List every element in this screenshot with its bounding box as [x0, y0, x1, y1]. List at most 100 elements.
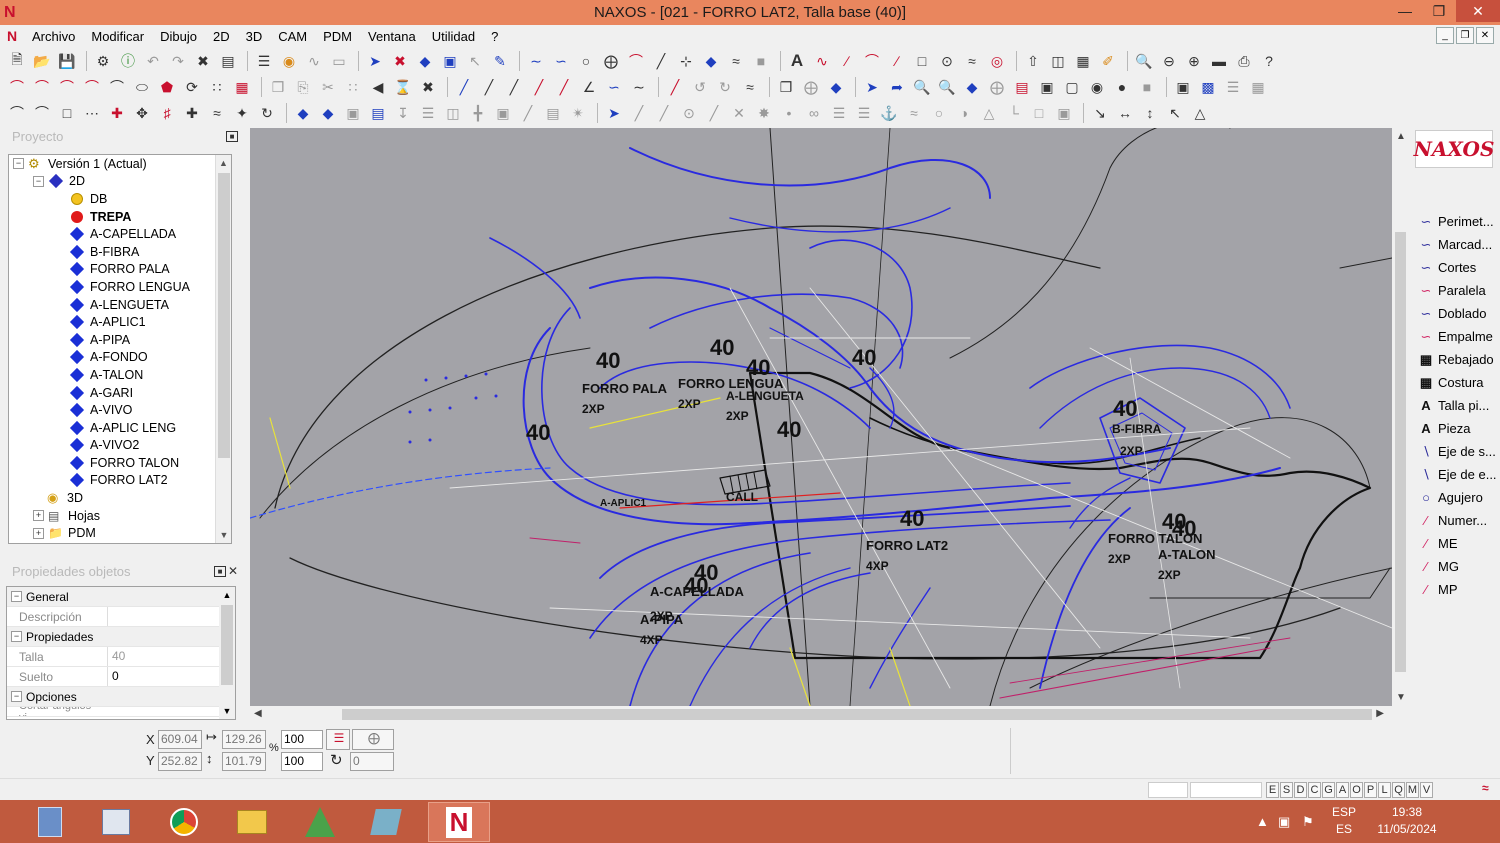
image-icon[interactable]: ▣	[1172, 76, 1194, 98]
height-icon[interactable]: ↕	[1139, 102, 1161, 124]
arrow-ul-icon[interactable]: ↖	[1164, 102, 1186, 124]
slash3-icon[interactable]: ╱	[653, 102, 675, 124]
help-icon[interactable]: ?	[1258, 50, 1280, 72]
tool-item[interactable]: ∕ MP	[1416, 578, 1500, 601]
tool-item[interactable]: ∖ Eje de s...	[1416, 440, 1500, 463]
layers-icon[interactable]: ☰	[253, 50, 275, 72]
tree-node-pdm[interactable]: + 📁 PDM	[9, 524, 231, 542]
descripcion-field[interactable]	[107, 607, 217, 626]
slash-icon[interactable]: ╱	[517, 102, 539, 124]
tool-item[interactable]: ∽ Cortes	[1416, 256, 1500, 279]
tool-item[interactable]: ∽ Empalme	[1416, 325, 1500, 348]
ruler-icon[interactable]: ▬	[1208, 50, 1230, 72]
mdi-restore-button[interactable]: ❐	[1456, 27, 1474, 44]
circle2-icon[interactable]: ○	[928, 102, 950, 124]
tree-node-version[interactable]: − ⚙ Versión 1 (Actual)	[9, 155, 231, 173]
paste-icon[interactable]: ⎘	[292, 76, 314, 98]
spline-icon[interactable]: ∿	[811, 50, 833, 72]
scroll-down-icon[interactable]: ▼	[219, 703, 235, 719]
arrow-dr-icon[interactable]: ↘	[1089, 102, 1111, 124]
diamond-tool-icon[interactable]: ◆	[700, 50, 722, 72]
spark-icon[interactable]: ✸	[753, 102, 775, 124]
scroll-right-icon[interactable]: ▶	[1376, 708, 1384, 719]
tree-layer-item[interactable]: A-LENGUETA	[9, 296, 231, 314]
prop-cortar-angulos[interactable]: Cortar ángulos vi...	[7, 707, 235, 717]
category-propiedades[interactable]: − Propiedades	[7, 627, 235, 647]
ladder2-icon[interactable]: ☰	[853, 102, 875, 124]
prop-talla[interactable]: Talla 40	[7, 647, 235, 667]
list-icon[interactable]: ☰	[417, 102, 439, 124]
undo-icon[interactable]: ↶	[142, 50, 164, 72]
calculator-taskbar-icon[interactable]	[22, 802, 78, 842]
arc-2pt-icon[interactable]: ⌒	[31, 76, 53, 98]
tree-layer-item[interactable]: A-CAPELLADA	[9, 225, 231, 243]
select-icon[interactable]: ➤	[364, 50, 386, 72]
punch-icon[interactable]: ⊙	[936, 50, 958, 72]
status-toggle[interactable]: E	[1266, 782, 1279, 798]
dash-icon[interactable]: ╱	[553, 76, 575, 98]
zoom-out-icon[interactable]: ⊖	[1158, 50, 1180, 72]
pointer-icon[interactable]: ↖	[464, 50, 486, 72]
collapse-icon[interactable]: −	[11, 591, 22, 602]
hash-icon[interactable]: ♯	[156, 102, 178, 124]
save-icon[interactable]: 💾	[56, 50, 78, 72]
offset-icon[interactable]: ∕	[836, 50, 858, 72]
width-field[interactable]: 129.26	[222, 730, 266, 749]
arrow-down-icon[interactable]: ↧	[392, 102, 414, 124]
tool-item[interactable]: ▦ Rebajado	[1416, 348, 1500, 371]
suelto-field[interactable]: 0	[107, 667, 235, 686]
app-blue-taskbar-icon[interactable]	[358, 802, 414, 842]
tree-layer-item[interactable]: FORRO LAT2	[9, 472, 231, 490]
link-icon[interactable]: ◆	[961, 76, 983, 98]
properties-scroll-thumb[interactable]	[221, 605, 233, 685]
new-file-icon[interactable]: 🗎	[6, 50, 28, 72]
app-green-taskbar-icon[interactable]	[292, 802, 348, 842]
tree-layer-item[interactable]: FORRO PALA	[9, 261, 231, 279]
category-opciones[interactable]: − Opciones	[7, 687, 235, 707]
expand-icon[interactable]: +	[33, 527, 44, 539]
collapse-icon[interactable]: −	[11, 631, 22, 642]
width-icon[interactable]: ↔	[1114, 102, 1136, 124]
minimize-button[interactable]: —	[1388, 0, 1422, 22]
cut-icon[interactable]: ✂	[317, 76, 339, 98]
info-icon[interactable]: ⓘ	[117, 50, 139, 72]
menu-3d[interactable]: 3D	[238, 29, 271, 44]
join-icon[interactable]: ∽	[603, 76, 625, 98]
export-icon[interactable]: ⇧	[1022, 50, 1044, 72]
brush-icon[interactable]: ∿	[303, 50, 325, 72]
loop-icon[interactable]: ⟳	[181, 76, 203, 98]
scale-x-field[interactable]: 100	[281, 730, 323, 749]
expand-icon[interactable]: +	[33, 510, 44, 522]
duplicate-icon[interactable]: ❐	[775, 76, 797, 98]
curve-icon[interactable]: ∽	[550, 50, 572, 72]
tree-layer-item[interactable]: B-FIBRA	[9, 243, 231, 261]
menu-archivo[interactable]: Archivo	[24, 29, 83, 44]
node-icon[interactable]: ◆	[414, 50, 436, 72]
clock[interactable]: 19:38 11/05/2024	[1372, 804, 1442, 838]
status-toggle[interactable]: Q	[1392, 782, 1405, 798]
angle-icon[interactable]: ∠	[578, 76, 600, 98]
flip-icon[interactable]: ≈	[739, 76, 761, 98]
tray-expand-icon[interactable]: ▲	[1256, 814, 1269, 829]
naxos-taskbar-icon[interactable]: N	[428, 802, 490, 842]
delete-icon[interactable]: ✖	[192, 50, 214, 72]
tool-item[interactable]: ▦ Costura	[1416, 371, 1500, 394]
transform-icon[interactable]: ▣	[1053, 102, 1075, 124]
frame-icon[interactable]: ▣	[492, 102, 514, 124]
vertical-scroll-thumb[interactable]	[1395, 232, 1406, 672]
hourglass-icon[interactable]: ⌛	[392, 76, 414, 98]
weave-icon[interactable]: ≈	[206, 102, 228, 124]
canvas-vertical-scrollbar[interactable]: ▲ ▼	[1392, 128, 1409, 706]
window-icon[interactable]: ▢	[1061, 76, 1083, 98]
tool-item[interactable]: A Talla pi...	[1416, 394, 1500, 417]
language-indicator[interactable]: ESP ES	[1324, 804, 1364, 838]
angle-field[interactable]: 0	[350, 752, 394, 771]
scale-lock-icon[interactable]: ☰	[326, 729, 350, 750]
status-toggle[interactable]: S	[1280, 782, 1293, 798]
block-icon[interactable]: ■	[1136, 76, 1158, 98]
tree-layer-item[interactable]: A-APLIC LENG	[9, 419, 231, 437]
y-coordinate-field[interactable]: 252.82	[158, 752, 202, 771]
zoom2-icon[interactable]: 🔍	[936, 76, 958, 98]
page-icon[interactable]: □	[56, 102, 78, 124]
scroll-up-icon[interactable]: ▲	[219, 587, 235, 603]
